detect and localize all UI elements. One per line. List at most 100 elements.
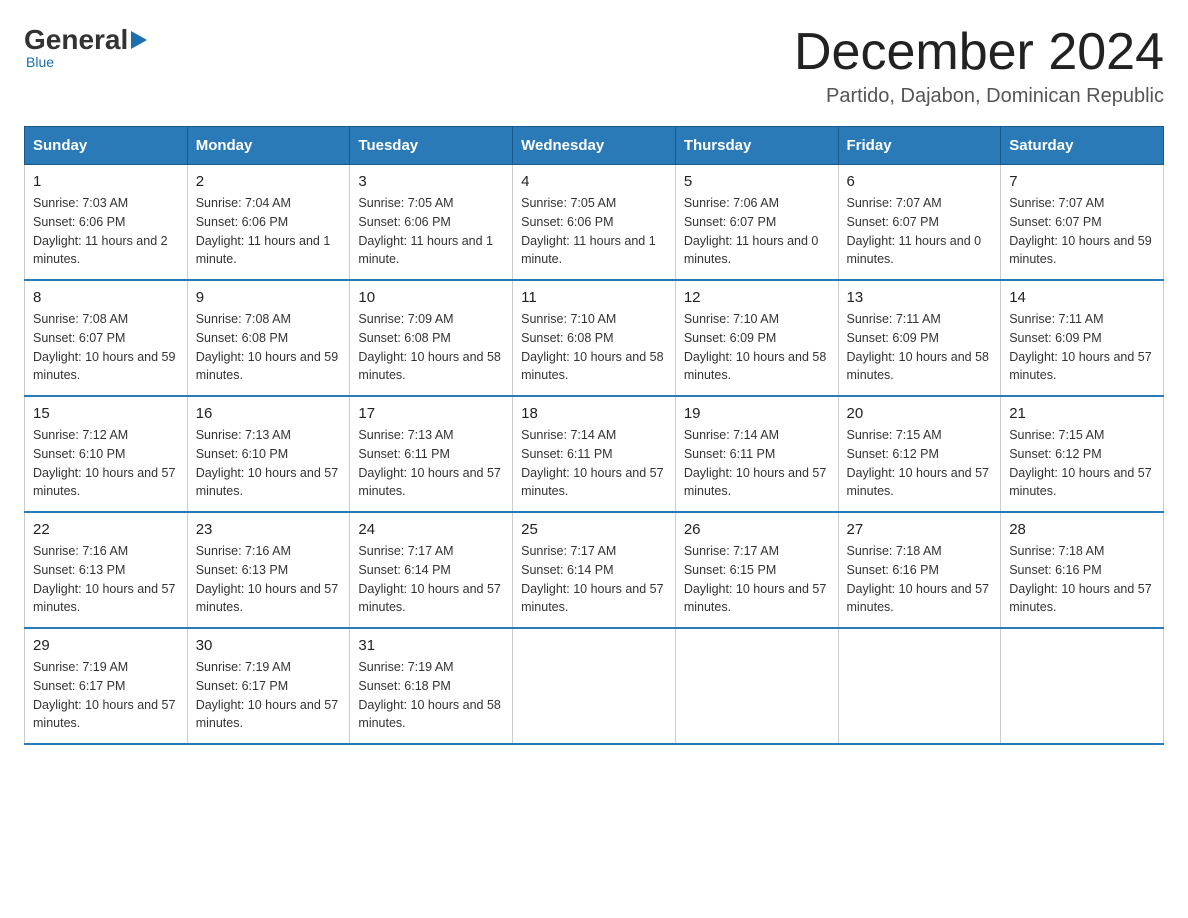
main-title: December 2024 — [794, 24, 1164, 81]
day-cell: 8 Sunrise: 7:08 AMSunset: 6:07 PMDaylight… — [25, 280, 188, 396]
day-number: 14 — [1009, 289, 1155, 306]
day-cell: 15Sunrise: 7:12 AMSunset: 6:10 PMDayligh… — [25, 396, 188, 512]
day-info: Sunrise: 7:15 AMSunset: 6:12 PMDaylight:… — [847, 426, 993, 501]
day-number: 5 — [684, 173, 830, 190]
day-info: Sunrise: 7:11 AMSunset: 6:09 PMDaylight:… — [1009, 310, 1155, 385]
day-number: 7 — [1009, 173, 1155, 190]
col-header-friday: Friday — [838, 127, 1001, 165]
col-header-thursday: Thursday — [675, 127, 838, 165]
day-info: Sunrise: 7:08 AMSunset: 6:07 PMDaylight:… — [33, 310, 179, 385]
day-cell: 18 Sunrise: 7:14 AMSunset: 6:11 PMDayligh… — [513, 396, 676, 512]
day-number: 28 — [1009, 521, 1155, 538]
day-number: 1 — [33, 173, 179, 190]
day-info: Sunrise: 7:17 AMSunset: 6:15 PMDaylight:… — [684, 542, 830, 617]
day-number: 27 — [847, 521, 993, 538]
col-header-sunday: Sunday — [25, 127, 188, 165]
week-row-1: 1Sunrise: 7:03 AMSunset: 6:06 PMDaylight… — [25, 165, 1164, 281]
week-row-3: 15Sunrise: 7:12 AMSunset: 6:10 PMDayligh… — [25, 396, 1164, 512]
day-number: 4 — [521, 173, 667, 190]
col-header-monday: Monday — [187, 127, 350, 165]
day-cell: 10 Sunrise: 7:09 AMSunset: 6:08 PMDayligh… — [350, 280, 513, 396]
day-cell: 13Sunrise: 7:11 AMSunset: 6:09 PMDayligh… — [838, 280, 1001, 396]
day-cell: 21Sunrise: 7:15 AMSunset: 6:12 PMDayligh… — [1001, 396, 1164, 512]
day-cell: 16 Sunrise: 7:13 AMSunset: 6:10 PMDayligh… — [187, 396, 350, 512]
day-number: 6 — [847, 173, 993, 190]
day-number: 22 — [33, 521, 179, 538]
day-number: 20 — [847, 405, 993, 422]
logo-general-text: General — [24, 24, 128, 56]
week-row-5: 29Sunrise: 7:19 AMSunset: 6:17 PMDayligh… — [25, 628, 1164, 744]
day-number: 25 — [521, 521, 667, 538]
day-number: 10 — [358, 289, 504, 306]
day-cell: 2 Sunrise: 7:04 AMSunset: 6:06 PMDaylight… — [187, 165, 350, 281]
day-number: 11 — [521, 289, 667, 306]
day-cell: 30 Sunrise: 7:19 AMSunset: 6:17 PMDayligh… — [187, 628, 350, 744]
day-number: 26 — [684, 521, 830, 538]
logo-blue-text: Blue — [26, 54, 149, 70]
day-cell: 26 Sunrise: 7:17 AMSunset: 6:15 PMDayligh… — [675, 512, 838, 628]
logo: General Blue — [24, 24, 149, 70]
week-row-4: 22 Sunrise: 7:16 AMSunset: 6:13 PMDayligh… — [25, 512, 1164, 628]
day-cell — [1001, 628, 1164, 744]
day-cell: 29Sunrise: 7:19 AMSunset: 6:17 PMDayligh… — [25, 628, 188, 744]
day-info: Sunrise: 7:04 AMSunset: 6:06 PMDaylight:… — [196, 194, 342, 269]
day-cell: 12Sunrise: 7:10 AMSunset: 6:09 PMDayligh… — [675, 280, 838, 396]
day-info: Sunrise: 7:05 AMSunset: 6:06 PMDaylight:… — [358, 194, 504, 269]
day-info: Sunrise: 7:19 AMSunset: 6:17 PMDaylight:… — [33, 658, 179, 733]
day-info: Sunrise: 7:19 AMSunset: 6:18 PMDaylight:… — [358, 658, 504, 733]
day-info: Sunrise: 7:09 AMSunset: 6:08 PMDaylight:… — [358, 310, 504, 385]
day-number: 18 — [521, 405, 667, 422]
header: General Blue December 2024 Partido, Daja… — [24, 24, 1164, 108]
day-number: 30 — [196, 637, 342, 654]
day-cell: 5 Sunrise: 7:06 AMSunset: 6:07 PMDaylight… — [675, 165, 838, 281]
day-info: Sunrise: 7:13 AMSunset: 6:11 PMDaylight:… — [358, 426, 504, 501]
day-cell: 6 Sunrise: 7:07 AMSunset: 6:07 PMDaylight… — [838, 165, 1001, 281]
day-cell: 25 Sunrise: 7:17 AMSunset: 6:14 PMDayligh… — [513, 512, 676, 628]
day-cell: 28Sunrise: 7:18 AMSunset: 6:16 PMDayligh… — [1001, 512, 1164, 628]
title-area: December 2024 Partido, Dajabon, Dominica… — [794, 24, 1164, 108]
day-number: 13 — [847, 289, 993, 306]
day-cell: 14 Sunrise: 7:11 AMSunset: 6:09 PMDayligh… — [1001, 280, 1164, 396]
day-cell — [513, 628, 676, 744]
day-cell: 7 Sunrise: 7:07 AMSunset: 6:07 PMDaylight… — [1001, 165, 1164, 281]
day-info: Sunrise: 7:17 AMSunset: 6:14 PMDaylight:… — [521, 542, 667, 617]
col-header-tuesday: Tuesday — [350, 127, 513, 165]
day-cell: 11 Sunrise: 7:10 AMSunset: 6:08 PMDayligh… — [513, 280, 676, 396]
day-info: Sunrise: 7:14 AMSunset: 6:11 PMDaylight:… — [521, 426, 667, 501]
day-info: Sunrise: 7:19 AMSunset: 6:17 PMDaylight:… — [196, 658, 342, 733]
day-info: Sunrise: 7:14 AMSunset: 6:11 PMDaylight:… — [684, 426, 830, 501]
day-cell: 27Sunrise: 7:18 AMSunset: 6:16 PMDayligh… — [838, 512, 1001, 628]
day-info: Sunrise: 7:16 AMSunset: 6:13 PMDaylight:… — [196, 542, 342, 617]
day-number: 8 — [33, 289, 179, 306]
day-number: 17 — [358, 405, 504, 422]
day-number: 23 — [196, 521, 342, 538]
week-row-2: 8 Sunrise: 7:08 AMSunset: 6:07 PMDaylight… — [25, 280, 1164, 396]
day-number: 19 — [684, 405, 830, 422]
day-number: 2 — [196, 173, 342, 190]
day-cell: 20 Sunrise: 7:15 AMSunset: 6:12 PMDayligh… — [838, 396, 1001, 512]
day-info: Sunrise: 7:07 AMSunset: 6:07 PMDaylight:… — [847, 194, 993, 269]
day-cell: 31 Sunrise: 7:19 AMSunset: 6:18 PMDayligh… — [350, 628, 513, 744]
day-cell: 19 Sunrise: 7:14 AMSunset: 6:11 PMDayligh… — [675, 396, 838, 512]
day-cell: 4Sunrise: 7:05 AMSunset: 6:06 PMDaylight… — [513, 165, 676, 281]
day-info: Sunrise: 7:07 AMSunset: 6:07 PMDaylight:… — [1009, 194, 1155, 269]
day-info: Sunrise: 7:13 AMSunset: 6:10 PMDaylight:… — [196, 426, 342, 501]
day-cell: 3Sunrise: 7:05 AMSunset: 6:06 PMDaylight… — [350, 165, 513, 281]
col-header-saturday: Saturday — [1001, 127, 1164, 165]
day-info: Sunrise: 7:12 AMSunset: 6:10 PMDaylight:… — [33, 426, 179, 501]
day-cell: 23 Sunrise: 7:16 AMSunset: 6:13 PMDayligh… — [187, 512, 350, 628]
logo-row: General — [24, 24, 149, 56]
day-number: 16 — [196, 405, 342, 422]
day-number: 31 — [358, 637, 504, 654]
day-info: Sunrise: 7:10 AMSunset: 6:08 PMDaylight:… — [521, 310, 667, 385]
day-number: 24 — [358, 521, 504, 538]
day-number: 21 — [1009, 405, 1155, 422]
day-cell — [675, 628, 838, 744]
day-cell: 9 Sunrise: 7:08 AMSunset: 6:08 PMDaylight… — [187, 280, 350, 396]
subtitle: Partido, Dajabon, Dominican Republic — [794, 85, 1164, 108]
day-cell — [838, 628, 1001, 744]
day-number: 9 — [196, 289, 342, 306]
day-info: Sunrise: 7:06 AMSunset: 6:07 PMDaylight:… — [684, 194, 830, 269]
day-info: Sunrise: 7:08 AMSunset: 6:08 PMDaylight:… — [196, 310, 342, 385]
calendar-table: SundayMondayTuesdayWednesdayThursdayFrid… — [24, 126, 1164, 745]
